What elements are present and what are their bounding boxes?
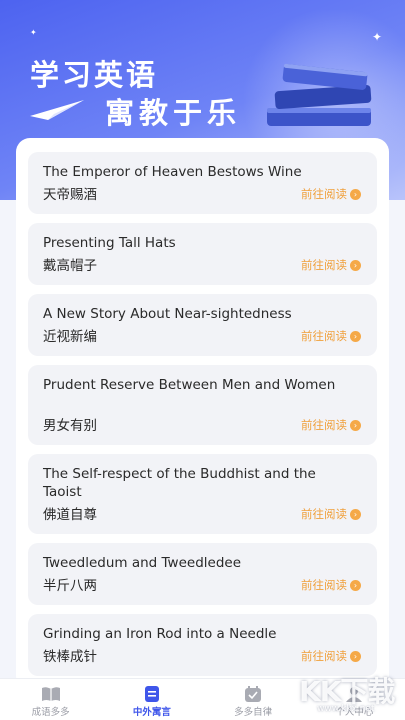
read-link[interactable]: 前往阅读 ›: [301, 417, 361, 433]
read-link-label: 前往阅读: [301, 329, 347, 343]
fable-title-en: Grinding an Iron Rod into a Needle: [43, 626, 277, 642]
read-link-label: 前往阅读: [301, 258, 347, 272]
fable-title-cn: 佛道自尊: [43, 507, 97, 523]
read-link[interactable]: 前往阅读 ›: [301, 577, 361, 593]
fable-card[interactable]: Grinding an Iron Rod into a Needle 铁棒成针 …: [28, 614, 377, 676]
fable-title-cn: 戴高帽子: [43, 258, 97, 274]
fable-icon: [144, 686, 159, 702]
read-link[interactable]: 前往阅读 ›: [301, 506, 361, 522]
fable-title-en: The Self-respect of the Buddhist and the…: [43, 466, 316, 500]
arrow-right-icon: ›: [350, 579, 361, 591]
tab-label: 中外寓言: [132, 707, 171, 718]
site-watermark: KK下载 www.kkx.net: [279, 668, 397, 718]
arrow-right-icon: ›: [350, 508, 361, 520]
arrow-right-icon: ›: [350, 419, 361, 431]
fable-title-en: Tweedledum and Tweedledee: [43, 555, 242, 571]
tab-label: 成语多多: [31, 707, 70, 718]
book-icon: [41, 687, 60, 701]
fable-title-en: A New Story About Near-sightedness: [43, 306, 292, 322]
arrow-right-icon: ›: [350, 259, 361, 271]
fable-card[interactable]: Tweedledum and Tweedledee 半斤八两 前往阅读 ›: [28, 543, 377, 605]
fable-title-cn: 铁棒成针: [43, 649, 97, 665]
hero-title: 学习英语: [30, 58, 159, 92]
fable-card[interactable]: The Self-respect of the Buddhist and the…: [28, 454, 377, 534]
paper-plane-icon: [30, 100, 84, 120]
tab-idioms[interactable]: 成语多多: [0, 679, 101, 720]
read-link-label: 前往阅读: [301, 187, 347, 201]
watermark-url: www.kkx.net: [317, 704, 375, 714]
read-link-label: 前往阅读: [301, 649, 347, 663]
read-link[interactable]: 前往阅读 ›: [301, 257, 361, 273]
fable-card[interactable]: Prudent Reserve Between Men and Women 男女…: [28, 365, 377, 445]
read-link-label: 前往阅读: [301, 578, 347, 592]
fable-title-cn: 近视新编: [43, 329, 97, 345]
fable-card[interactable]: A New Story About Near-sightedness 近视新编 …: [28, 294, 377, 356]
arrow-right-icon: ›: [350, 650, 361, 662]
fable-title-en: Presenting Tall Hats: [43, 235, 176, 251]
arrow-right-icon: ›: [350, 188, 361, 200]
read-link[interactable]: 前往阅读 ›: [301, 648, 361, 664]
read-link[interactable]: 前往阅读 ›: [301, 328, 361, 344]
fable-title-en: The Emperor of Heaven Bestows Wine: [43, 164, 302, 180]
tab-label: 多多自律: [234, 707, 273, 718]
fable-card[interactable]: The Emperor of Heaven Bestows Wine 天帝赐酒 …: [28, 152, 377, 214]
fable-title-cn: 天帝赐酒: [43, 187, 97, 203]
fable-title-cn: 半斤八两: [43, 578, 97, 594]
hero-subtitle: 寓教于乐: [105, 96, 242, 130]
sparkle-icon: ✦: [30, 28, 37, 37]
read-link[interactable]: 前往阅读 ›: [301, 186, 361, 202]
arrow-right-icon: ›: [350, 330, 361, 342]
fable-title-cn: 男女有别: [43, 418, 97, 434]
read-link-label: 前往阅读: [301, 418, 347, 432]
tab-fables[interactable]: 中外寓言: [101, 679, 202, 720]
fable-card[interactable]: Presenting Tall Hats 戴高帽子 前往阅读 ›: [28, 223, 377, 285]
books-icon: [267, 63, 372, 126]
calendar-check-icon: [245, 686, 262, 702]
fable-title-en: Prudent Reserve Between Men and Women: [43, 377, 336, 393]
read-link-label: 前往阅读: [301, 507, 347, 521]
fable-list-panel: The Emperor of Heaven Bestows Wine 天帝赐酒 …: [16, 138, 389, 690]
